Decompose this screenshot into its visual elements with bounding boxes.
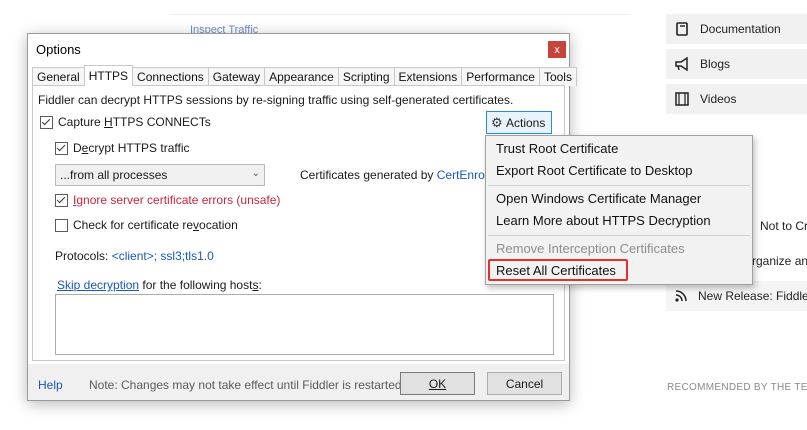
- menu-item-learn-more[interactable]: Learn More about HTTPS Decryption: [496, 213, 711, 228]
- blogs-label: Blogs: [700, 57, 731, 71]
- blogs-link[interactable]: Blogs: [666, 49, 807, 79]
- ok-label: OK: [428, 376, 447, 391]
- reset-highlight-outline: [488, 259, 628, 281]
- actions-button[interactable]: ⚙ Actions: [486, 111, 552, 134]
- dialog-title: Options: [36, 42, 81, 57]
- certificates-generated-text: Certificates generated by CertEnroll e: [300, 168, 501, 182]
- new-release-link[interactable]: New Release: Fiddler: [666, 281, 807, 311]
- chevron-down-icon: ⌄: [251, 168, 260, 179]
- skip-hosts-textarea[interactable]: [55, 294, 554, 355]
- book-icon: [674, 21, 690, 37]
- tab-tools[interactable]: Tools: [538, 67, 577, 86]
- skip-decryption-link[interactable]: Skip decryption: [57, 278, 139, 292]
- background-divider: [170, 14, 630, 15]
- tab-strip: General HTTPS Connections Gateway Appear…: [32, 65, 577, 86]
- capture-https-checkbox[interactable]: [40, 116, 53, 129]
- process-filter-value: ...from all processes: [60, 168, 168, 182]
- gear-icon: ⚙: [491, 115, 503, 130]
- ignore-cert-errors-label: Ignore server certificate errors (unsafe…: [73, 193, 281, 207]
- ignore-cert-errors-checkbox[interactable]: [55, 194, 68, 207]
- revocation-checkbox[interactable]: [55, 219, 68, 232]
- menu-item-open-cert-manager[interactable]: Open Windows Certificate Manager: [496, 191, 701, 206]
- megaphone-icon: [674, 56, 690, 72]
- menu-item-remove-interception: Remove Interception Certificates: [496, 241, 685, 256]
- actions-label: Actions: [506, 116, 546, 130]
- dialog-footer: Help Note: Changes may not take effect u…: [28, 364, 569, 400]
- tab-https[interactable]: HTTPS: [83, 65, 134, 86]
- https-description: Fiddler can decrypt HTTPS sessions by re…: [38, 93, 514, 107]
- recommended-heading: RECOMMENDED BY THE TEA: [667, 382, 807, 393]
- protocols-link[interactable]: <client>; ssl3;tls1.0: [112, 249, 214, 263]
- tab-performance[interactable]: Performance: [461, 67, 540, 86]
- videos-link[interactable]: Videos: [666, 84, 807, 114]
- tab-gateway[interactable]: Gateway: [207, 67, 266, 86]
- background-fragment: rganize and: [752, 254, 807, 268]
- ok-button[interactable]: OK: [400, 372, 475, 395]
- background-fragment: Not to Cre: [760, 219, 807, 233]
- tab-connections[interactable]: Connections: [132, 67, 209, 86]
- capture-https-label: Capture HTTPS CONNECTs: [58, 115, 211, 129]
- skip-decryption-text: Skip decryption for the following hosts:: [57, 278, 262, 292]
- cancel-button[interactable]: Cancel: [487, 372, 562, 395]
- decrypt-https-checkbox[interactable]: [55, 142, 68, 155]
- revocation-label: Check for certificate revocation: [73, 218, 238, 232]
- documentation-label: Documentation: [700, 22, 781, 36]
- tab-appearance[interactable]: Appearance: [264, 67, 339, 86]
- rss-icon: [674, 288, 688, 304]
- decrypt-https-label: Decrypt HTTPS traffic: [73, 141, 190, 155]
- documentation-link[interactable]: Documentation: [666, 14, 807, 44]
- videos-label: Videos: [700, 92, 737, 106]
- restart-note: Note: Changes may not take effect until …: [89, 378, 405, 392]
- process-filter-dropdown[interactable]: ...from all processes ⌄: [55, 164, 265, 186]
- menu-separator: [488, 235, 750, 236]
- protocols-text: Protocols: <client>; ssl3;tls1.0: [55, 249, 214, 263]
- tab-extensions[interactable]: Extensions: [393, 67, 463, 86]
- close-button[interactable]: x: [548, 41, 566, 58]
- menu-separator: [488, 185, 750, 186]
- film-icon: [674, 91, 690, 107]
- dialog-title-bar[interactable]: Options x: [28, 34, 569, 64]
- new-release-label: New Release: Fiddler: [698, 289, 807, 303]
- tab-general[interactable]: General: [32, 67, 85, 86]
- menu-item-export-root[interactable]: Export Root Certificate to Desktop: [496, 163, 693, 178]
- tab-scripting[interactable]: Scripting: [337, 67, 395, 86]
- menu-item-trust-root[interactable]: Trust Root Certificate: [496, 141, 618, 156]
- help-link[interactable]: Help: [38, 378, 63, 392]
